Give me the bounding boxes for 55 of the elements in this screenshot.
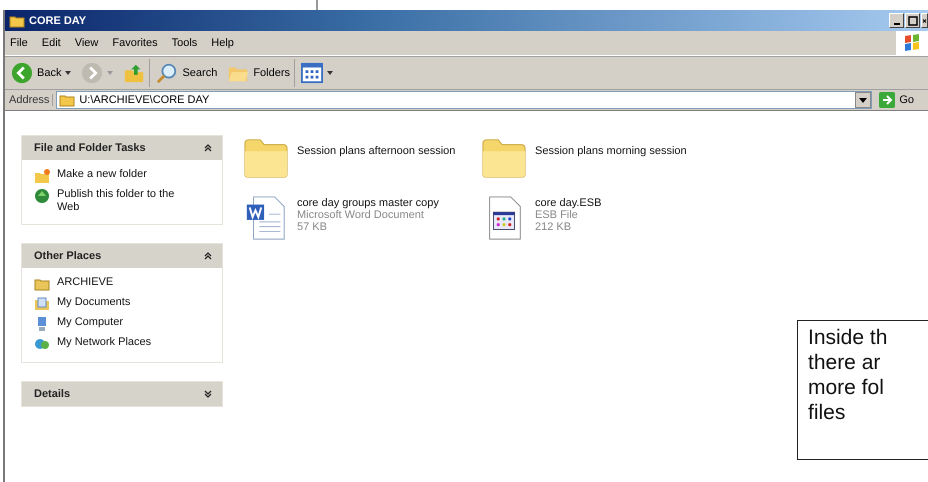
file-name[interactable]: Session plans morning session — [535, 145, 687, 157]
callout-text: files — [808, 400, 846, 425]
minimize-icon — [894, 22, 900, 24]
task-link[interactable]: Make a new folder — [57, 168, 147, 181]
documents-icon — [34, 296, 50, 312]
task-link[interactable]: My Computer — [57, 316, 124, 329]
window-title: CORE DAY — [29, 14, 88, 26]
go-button[interactable]: Go — [875, 92, 928, 108]
file-name[interactable]: Session plans afternoon session — [297, 145, 456, 157]
maximize-icon — [908, 16, 918, 26]
network-icon — [34, 336, 50, 352]
collapse-icon[interactable] — [204, 144, 212, 152]
file-name[interactable]: core day.ESB — [535, 197, 602, 209]
search-icon — [156, 62, 178, 84]
flag-icon — [902, 33, 922, 53]
back-button[interactable]: Back — [7, 59, 76, 87]
file-type: Microsoft Word Document — [297, 209, 425, 221]
task-link[interactable]: My Network Places — [57, 336, 152, 349]
menu-item[interactable]: Edit — [34, 37, 68, 49]
menu-item[interactable]: File — [5, 37, 35, 49]
menu-item[interactable]: Tools — [164, 37, 204, 49]
panel-header[interactable]: File and Folder Tasks — [22, 136, 222, 160]
caret-icon[interactable] — [65, 71, 72, 75]
views-icon — [301, 62, 324, 84]
new-folder-icon — [34, 168, 50, 184]
panel-header[interactable]: Other Places — [22, 244, 222, 268]
file-size: 57 KB — [297, 221, 328, 233]
file-name[interactable]: core day groups master copy — [297, 197, 439, 209]
folders-button[interactable]: Folders — [223, 59, 296, 87]
callout-text: Inside th — [808, 325, 888, 350]
dropdown-icon[interactable] — [855, 92, 872, 108]
close-button[interactable] — [921, 13, 928, 28]
file-size: 212 KB — [535, 221, 572, 233]
search-button[interactable]: Search — [152, 59, 222, 87]
expand-icon[interactable] — [204, 390, 212, 398]
caret-icon[interactable] — [327, 71, 334, 75]
menu-item[interactable]: Help — [204, 37, 241, 49]
callout-text: more fol — [808, 375, 884, 400]
menu-item[interactable]: View — [68, 37, 106, 49]
menu-item[interactable]: Favorites — [105, 37, 165, 49]
panel-header[interactable]: Details — [22, 382, 222, 406]
task-link[interactable]: ARCHIEVE — [57, 276, 114, 289]
folder-icon — [9, 14, 25, 28]
collapse-icon[interactable] — [204, 252, 212, 260]
address-field[interactable]: U:\ARCHIEVE\CORE DAY — [56, 91, 872, 109]
callout-text: there ar — [808, 350, 880, 375]
address-label: Address — [5, 94, 54, 106]
globe-icon — [34, 188, 50, 204]
folder-up-icon — [123, 62, 146, 84]
minimize-button[interactable] — [889, 13, 904, 28]
maximize-button[interactable] — [905, 13, 920, 28]
task-link[interactable]: My Documents — [57, 296, 130, 309]
file-type: ESB File — [535, 209, 579, 221]
task-link[interactable]: Publish this folder to the Web — [57, 188, 175, 214]
go-arrow-icon — [879, 92, 896, 108]
